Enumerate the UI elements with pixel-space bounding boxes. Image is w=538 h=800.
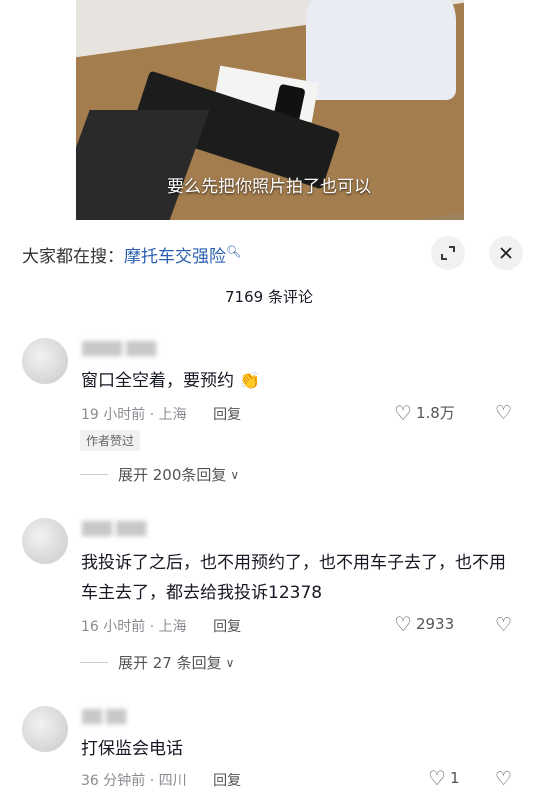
reply-button[interactable]: 回复 [213,773,241,789]
comment-meta: 36 分钟前 · 四川 回复 [81,770,241,790]
comment-time-location: 16 小时前 · 上海 [81,619,187,635]
comment-time-location: 19 小时前 · 上海 [81,407,187,423]
chevron-down-icon: ∨ [230,467,240,482]
broken-heart-icon: ♡ [495,402,513,424]
username-blurred[interactable]: ██ ██ [82,710,126,725]
avatar[interactable] [22,338,68,384]
comment-sheet: 大家都在搜：摩托车交强险🔍︎ 7169 条评论 ████ ███ 窗口全空着，要… [0,220,538,800]
heart-icon: ♡ [394,400,412,425]
heart-icon: ♡ [428,766,446,790]
comment-time-location: 36 分钟前 · 四川 [81,773,187,789]
username-blurred[interactable]: ███ ███ [82,522,146,537]
broken-heart-icon: ♡ [495,768,513,790]
like-count: 2933 [415,615,455,633]
comment-text: 我投诉了之后，也不用预约了，也不用车子去了，也不用车主去了，都去给我投诉1237… [81,553,506,603]
expand-replies-button[interactable]: 展开 27 条回复 ∨ [80,652,234,673]
author-liked-badge: 作者赞过 [80,430,141,451]
video-player[interactable]: 要么先把你照片拍了也可以 [0,0,538,232]
like-button[interactable]: ♡ 1 [428,768,459,788]
search-suggestion[interactable]: 大家都在搜：摩托车交强险🔍︎ [22,242,241,267]
reply-button[interactable]: 回复 [213,619,241,635]
divider-line [80,662,108,663]
dislike-button[interactable]: ♡ [495,402,512,424]
dislike-button[interactable]: ♡ [495,768,512,790]
heart-icon: ♡ [394,612,412,636]
close-button[interactable] [489,236,523,270]
reply-button[interactable]: 回复 [213,407,241,423]
chevron-down-icon: ∨ [225,655,235,670]
like-count: 1 [449,769,460,787]
avatar[interactable] [22,518,68,564]
comment-text: 窗口全空着，要预约 👏 [81,371,261,391]
close-icon [500,247,512,259]
comment-text: 打保监会电话 [81,739,183,759]
username-blurred[interactable]: ████ ███ [82,342,156,357]
video-person [306,0,456,100]
comment-meta: 16 小时前 · 上海 回复 [81,616,241,636]
like-button[interactable]: ♡ 2933 [394,614,454,634]
expand-icon [441,246,455,260]
dislike-button[interactable]: ♡ [495,614,512,636]
like-button[interactable]: ♡ 1.8万 [394,402,455,423]
expand-replies-label: 展开 200条回复 [118,466,227,484]
divider-line [80,474,108,475]
video-subtitle: 要么先把你照片拍了也可以 [167,177,371,197]
expand-replies-button[interactable]: 展开 200条回复 ∨ [80,464,239,485]
avatar[interactable] [22,706,68,752]
expand-button[interactable] [431,236,465,270]
broken-heart-icon: ♡ [495,614,513,636]
search-prefix: 大家都在搜： [22,247,124,267]
search-keyword-link[interactable]: 摩托车交强险 [124,247,226,267]
expand-replies-label: 展开 27 条回复 [118,654,222,672]
like-count: 1.8万 [415,404,455,422]
video-frame [76,0,464,232]
comment-count: 7169 条评论 [225,288,313,306]
search-icon: 🔍︎ [226,244,242,259]
comment-meta: 19 小时前 · 上海 回复 [81,404,241,424]
